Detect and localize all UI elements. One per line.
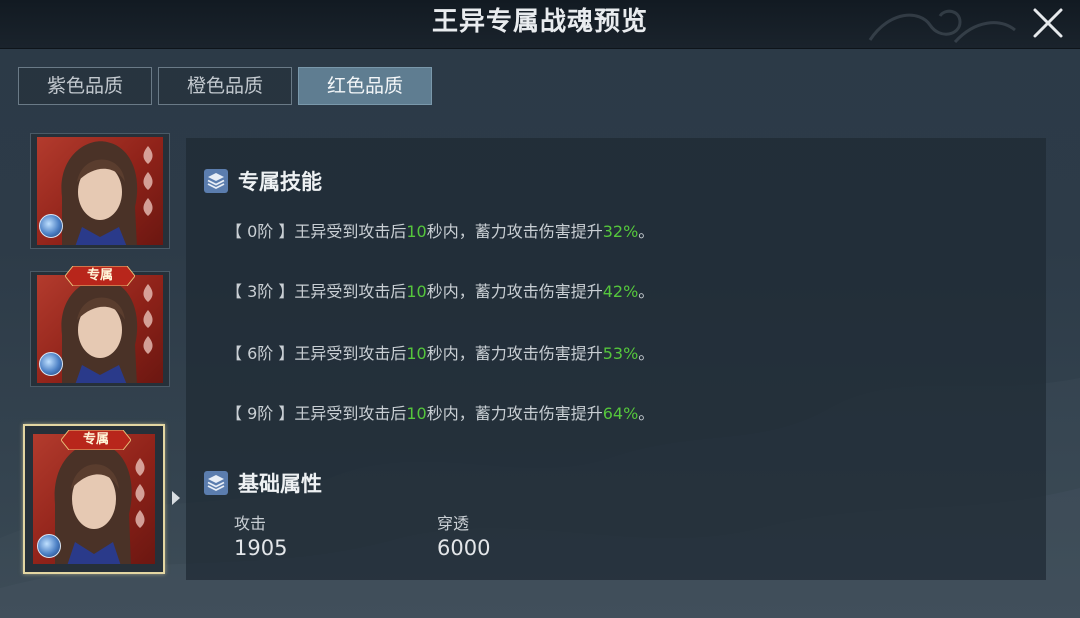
skill-text: 。 (638, 404, 655, 423)
rank-flames (137, 144, 159, 228)
tab-purple-quality[interactable]: 紫色品质 (18, 67, 152, 105)
skill-line: 【 3阶 】王异受到攻击后10秒内，蓄力攻击伤害提升42%。 (226, 278, 654, 302)
skill-seconds: 10 (406, 282, 427, 301)
title-bar: 王异专属战魂预览 (0, 0, 1080, 49)
layers-icon (204, 471, 228, 495)
portrait-card[interactable]: 专属 (30, 265, 170, 387)
attack-label: 攻击 (234, 514, 267, 533)
tab-red-quality[interactable]: 红色品质 (298, 67, 432, 105)
layers-icon (204, 169, 228, 193)
skill-line: 【 6阶 】王异受到攻击后10秒内，蓄力攻击伤害提升53%。 (226, 340, 654, 364)
skill-line: 【 0阶 】王异受到攻击后10秒内，蓄力攻击伤害提升32%。 (226, 218, 654, 242)
close-icon (1033, 8, 1063, 38)
skill-text: 秒内，蓄力攻击伤害提升 (426, 222, 603, 241)
skill-percent: 53% (602, 344, 639, 363)
attributes-title: 基础属性 (238, 471, 322, 496)
exclusive-badge: 专属 (82, 432, 109, 447)
skill-text: 秒内，蓄力攻击伤害提升 (426, 282, 603, 301)
detail-panel: 专属技能 【 0阶 】王异受到攻击后10秒内，蓄力攻击伤害提升32%。 【 3阶… (186, 138, 1046, 580)
quality-tabs: 紫色品质 橙色品质 红色品质 (18, 67, 432, 105)
element-gem-icon (39, 214, 63, 238)
rank-flames (137, 282, 159, 366)
skill-text: 【 6阶 】王异受到攻击后 (226, 344, 407, 363)
skill-seconds: 10 (406, 404, 427, 423)
skill-text: 秒内，蓄力攻击伤害提升 (426, 344, 603, 363)
attack-value: 1905 (234, 536, 288, 560)
skill-percent: 64% (602, 404, 639, 423)
exclusive-ribbon: 专属 (60, 429, 132, 451)
skill-text: 【 3阶 】王异受到攻击后 (226, 282, 407, 301)
portrait-card[interactable] (30, 133, 170, 249)
window-title: 王异专属战魂预览 (431, 7, 648, 37)
attributes-section-header: 基础属性 (204, 468, 322, 498)
skills-section-header: 专属技能 (204, 166, 322, 196)
skill-text: 。 (638, 282, 655, 301)
element-gem-icon (39, 352, 63, 376)
skill-text: 秒内，蓄力攻击伤害提升 (426, 404, 603, 423)
preview-window: 王异专属战魂预览 紫色品质 橙色品质 红色品质 专属 专属 专属技能 【 0阶 … (0, 0, 1080, 618)
exclusive-ribbon: 专属 (64, 265, 136, 287)
skills-title: 专属技能 (238, 169, 322, 194)
skill-line: 【 9阶 】王异受到攻击后10秒内，蓄力攻击伤害提升64%。 (226, 400, 654, 424)
skill-text: 。 (638, 222, 655, 241)
tab-orange-quality[interactable]: 橙色品质 (158, 67, 292, 105)
portrait-card-selected[interactable]: 专属 (23, 424, 165, 574)
selection-arrow-icon (172, 491, 180, 505)
skill-text: 【 9阶 】王异受到攻击后 (226, 404, 407, 423)
close-button[interactable] (1030, 5, 1066, 41)
skill-text: 【 0阶 】王异受到攻击后 (226, 222, 407, 241)
element-gem-icon (37, 534, 61, 558)
skill-percent: 42% (602, 282, 639, 301)
skill-percent: 32% (602, 222, 639, 241)
penetration-value: 6000 (437, 536, 491, 560)
exclusive-badge: 专属 (86, 268, 113, 283)
skill-text: 。 (638, 344, 655, 363)
skill-seconds: 10 (406, 344, 427, 363)
penetration-label: 穿透 (437, 514, 470, 533)
rank-flames (129, 456, 151, 540)
skill-seconds: 10 (406, 222, 427, 241)
